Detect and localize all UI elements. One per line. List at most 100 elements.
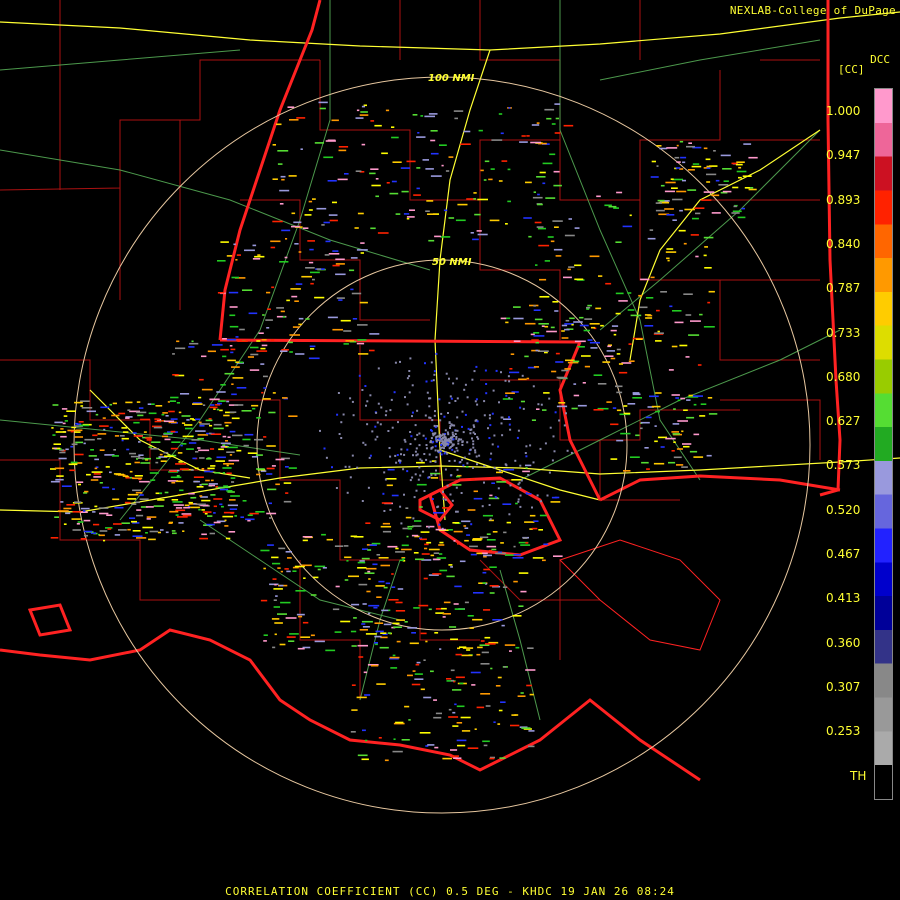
echo-pixel	[109, 403, 112, 406]
echo-pixel	[508, 397, 511, 400]
echo-pixel	[165, 531, 169, 534]
echo-pixel	[92, 511, 96, 513]
echo-pixel	[456, 416, 459, 419]
echo-pixel	[499, 470, 502, 472]
echo-pixel	[474, 213, 481, 216]
echo-pixel	[133, 421, 140, 424]
echo-pixel	[537, 203, 543, 206]
echo-pixel	[254, 438, 264, 441]
echo-pixel	[489, 757, 495, 760]
echo-pixel	[298, 251, 302, 253]
echo-pixel	[418, 432, 421, 435]
echo-pixel	[536, 494, 539, 497]
echo-pixel	[463, 456, 466, 459]
echo-pixel	[54, 467, 65, 470]
color-scale-label: 0.787	[826, 281, 861, 296]
echo-pixel	[161, 420, 164, 422]
echo-pixel	[693, 456, 704, 458]
echo-pixel	[201, 388, 213, 391]
echo-pixel	[76, 429, 83, 432]
echo-pixel	[616, 409, 622, 412]
echo-pixel	[351, 645, 357, 647]
echo-pixel	[431, 419, 434, 422]
echo-pixel	[492, 389, 495, 392]
echo-pixel	[504, 463, 507, 466]
echo-pixel	[440, 236, 451, 238]
echo-pixel	[674, 321, 684, 324]
echo-pixel	[121, 522, 130, 524]
echo-pixel	[362, 441, 365, 444]
echo-pixel	[439, 419, 442, 422]
echo-pixel	[517, 429, 520, 432]
echo-pixel	[527, 647, 534, 649]
echo-pixel	[513, 317, 524, 320]
echo-pixel	[570, 451, 573, 454]
echo-pixel	[281, 229, 291, 232]
echo-pixel	[169, 400, 176, 402]
echo-pixel	[236, 254, 241, 256]
echo-pixel	[323, 221, 330, 224]
echo-pixel	[638, 294, 643, 297]
echo-pixel	[230, 351, 234, 354]
echo-pixel	[526, 377, 530, 380]
echo-pixel	[589, 323, 600, 325]
echo-pixel	[74, 436, 83, 438]
echo-pixel	[490, 667, 493, 670]
echo-pixel	[343, 545, 349, 547]
echo-pixel	[209, 432, 212, 435]
echo-pixel	[425, 447, 428, 450]
echo-pixel	[503, 468, 515, 471]
echo-pixel	[159, 453, 163, 456]
echo-pixel	[513, 306, 521, 308]
echo-pixel	[323, 156, 334, 159]
echo-pixel	[286, 299, 290, 302]
echo-pixel	[546, 494, 549, 497]
echo-pixel	[474, 400, 477, 403]
echo-pixel	[514, 459, 517, 462]
echo-pixel	[419, 506, 423, 508]
echo-pixel	[554, 132, 561, 134]
echo-pixel	[389, 409, 392, 412]
product-footer: CORRELATION COEFFICIENT (CC) 0.5 DEG - K…	[225, 885, 675, 898]
echo-pixel	[420, 115, 424, 117]
echo-pixel	[210, 433, 222, 435]
echo-pixel	[180, 444, 183, 447]
echo-pixel	[413, 552, 419, 554]
echo-pixel	[419, 538, 427, 541]
echo-pixel	[229, 325, 239, 328]
echo-pixel	[226, 400, 230, 403]
echo-pixel	[454, 608, 465, 610]
echo-pixel	[366, 567, 377, 570]
echo-pixel	[435, 440, 438, 442]
echo-pixel	[587, 339, 593, 341]
echo-pixel	[470, 553, 477, 556]
echo-pixel	[277, 150, 289, 152]
echo-pixel	[361, 623, 366, 625]
echo-pixel	[508, 416, 510, 419]
echo-pixel	[649, 395, 659, 398]
echo-pixel	[550, 240, 555, 243]
echo-pixel	[483, 481, 485, 484]
echo-pixel	[344, 465, 347, 468]
echo-pixel	[270, 246, 276, 249]
echo-pixel	[678, 229, 686, 232]
echo-pixel	[469, 448, 472, 451]
echo-pixel	[505, 321, 509, 324]
echo-pixel	[430, 554, 435, 557]
echo-pixel	[304, 214, 312, 216]
echo-pixel	[723, 180, 729, 182]
echo-pixel	[618, 363, 623, 365]
echo-pixel	[114, 435, 120, 437]
echo-pixel	[337, 392, 340, 394]
echo-pixel	[514, 714, 519, 716]
echo-pixel	[210, 465, 216, 467]
echo-pixel	[613, 333, 617, 336]
echo-pixel	[528, 730, 535, 732]
echo-pixel	[470, 671, 481, 674]
echo-pixel	[351, 709, 358, 711]
echo-pixel	[361, 143, 366, 146]
echo-pixel	[439, 436, 441, 439]
echo-pixel	[217, 292, 225, 294]
echo-pixel	[411, 632, 416, 634]
echo-pixel	[555, 117, 559, 120]
